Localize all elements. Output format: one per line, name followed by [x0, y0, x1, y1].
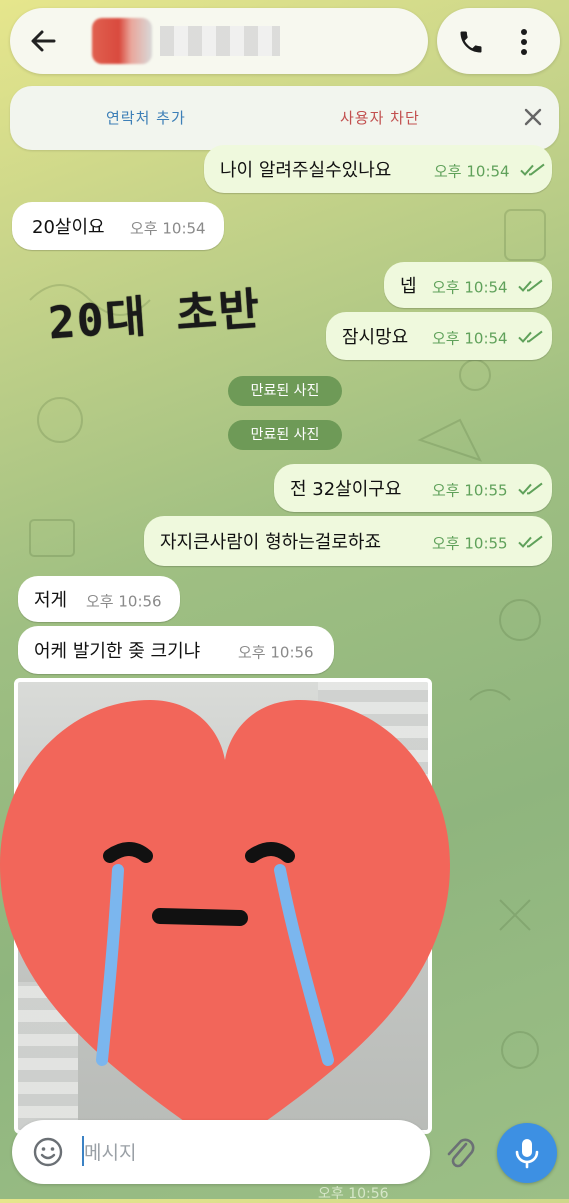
message-bubble-outgoing[interactable]: 잠시망요 오후 10:54 — [326, 312, 552, 360]
message-text: 나이 알려주실수있나요 — [220, 160, 392, 181]
back-pill — [10, 8, 428, 74]
message-bubble-incoming[interactable]: 저게 오후 10:56 — [18, 576, 180, 622]
phone-icon[interactable] — [457, 28, 485, 56]
message-time: 오후 10:55 — [432, 481, 508, 500]
heart-sticker — [0, 700, 450, 1150]
chat-header — [0, 0, 569, 82]
message-time: 오후 10:56 — [238, 643, 314, 662]
message-time: 오후 10:56 — [86, 592, 162, 611]
message-composer: 메시지 — [12, 1120, 475, 1184]
message-bubble-outgoing[interactable]: 자지큰사람이 형하는걸로하죠 오후 10:55 — [144, 516, 552, 566]
message-bubble-incoming[interactable]: 20살이요 오후 10:54 — [12, 202, 224, 250]
message-bubble-incoming[interactable]: 어케 발기한 좆 크기냐 오후 10:56 — [18, 626, 334, 674]
expired-photo-badge: 만료된 사진 — [228, 376, 342, 406]
add-contact-button[interactable]: 연락처 추가 — [106, 107, 186, 128]
header-actions — [437, 8, 560, 74]
message-text: 자지큰사람이 형하는걸로하죠 — [160, 532, 382, 553]
message-text: 잠시망요 — [342, 327, 409, 348]
emoji-icon[interactable] — [32, 1136, 64, 1168]
message-input[interactable]: 메시지 — [84, 1138, 136, 1165]
message-text: 저게 — [34, 590, 68, 611]
message-bubble-outgoing[interactable]: 넵 오후 10:54 — [384, 262, 552, 308]
arrow-left-icon[interactable] — [28, 26, 58, 56]
message-bubble-outgoing[interactable]: 전 32살이구요 오후 10:55 — [274, 464, 552, 512]
double-check-icon — [518, 482, 543, 495]
block-user-button[interactable]: 사용자 차단 — [340, 107, 420, 128]
contact-name-pixelated[interactable] — [160, 26, 280, 56]
contact-avatar[interactable] — [92, 18, 152, 64]
unknown-contact-banner: 연락처 추가 사용자 차단 — [10, 86, 559, 150]
photo-time: 오후 10:56 — [318, 1186, 389, 1202]
double-check-icon — [518, 279, 543, 292]
message-time: 오후 10:55 — [432, 534, 508, 553]
message-time: 오후 10:54 — [432, 329, 508, 348]
message-time: 오후 10:54 — [434, 162, 510, 181]
message-bubble-outgoing[interactable]: 나이 알려주실수있나요 오후 10:54 — [204, 145, 552, 193]
double-check-icon — [518, 535, 543, 548]
message-text: 넵 — [400, 276, 417, 297]
microphone-icon — [515, 1139, 539, 1169]
message-text: 20살이요 — [32, 217, 105, 238]
microphone-button[interactable] — [497, 1123, 557, 1183]
message-text: 전 32살이구요 — [290, 479, 402, 500]
paperclip-icon[interactable] — [442, 1134, 476, 1170]
double-check-icon — [518, 330, 543, 343]
message-text: 어케 발기한 좆 크기냐 — [34, 641, 201, 662]
double-check-icon — [520, 163, 545, 176]
message-time: 오후 10:54 — [432, 278, 508, 297]
close-icon[interactable] — [522, 106, 544, 128]
expired-photo-badge: 만료된 사진 — [228, 420, 342, 450]
more-vertical-icon[interactable] — [519, 28, 529, 56]
message-time: 오후 10:54 — [130, 219, 206, 238]
